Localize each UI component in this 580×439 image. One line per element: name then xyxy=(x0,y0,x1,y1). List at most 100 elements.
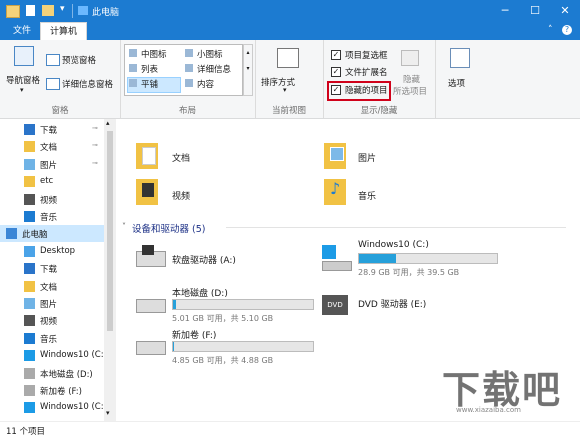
quick-access-dropdown-icon[interactable]: ▾ xyxy=(60,4,65,14)
sidebar-item[interactable]: Windows10 (C: xyxy=(0,399,104,416)
nav-pane-button[interactable]: 导航窗格 ▾ xyxy=(4,44,42,98)
sidebar-item[interactable]: 下载 xyxy=(0,260,104,277)
item-checkbox-toggle[interactable]: ✓ xyxy=(331,50,341,60)
sidebar-item[interactable]: 图片 ⊸ xyxy=(0,156,104,173)
scroll-down-icon[interactable]: ▾ xyxy=(106,409,110,417)
drive-usage-bar xyxy=(172,299,314,310)
hide-selected-icon xyxy=(401,50,419,66)
hidden-items-checkbox[interactable]: ✓ xyxy=(331,85,341,95)
windows-logo-icon xyxy=(322,245,336,259)
sidebar-item-label: Windows10 (C: xyxy=(40,350,104,361)
layout-medium-icons[interactable]: 中图标 xyxy=(141,48,167,60)
file-extension-checkbox[interactable]: ✓ xyxy=(331,67,341,77)
sidebar-item[interactable]: 音乐 xyxy=(0,208,104,225)
sidebar-item[interactable]: 图片 xyxy=(0,295,104,312)
sidebar-item-label: 视频 xyxy=(40,317,58,328)
quick-access-new-folder-icon[interactable] xyxy=(42,5,54,16)
chevron-down-icon: ▾ xyxy=(20,86,24,94)
folder-icon xyxy=(24,176,35,188)
folder-pictures[interactable]: 图片 xyxy=(324,143,484,173)
document-icon xyxy=(24,141,35,153)
tab-file[interactable]: 文件 xyxy=(4,22,40,40)
sidebar-item-label: 此电脑 xyxy=(22,230,48,241)
sidebar-item-label: 本地磁盘 (D:) xyxy=(40,369,93,380)
hide-selected-label-2[interactable]: 所选项目 xyxy=(393,85,427,97)
sort-by-button[interactable]: 排序方式 xyxy=(261,76,295,88)
sidebar-item[interactable]: 文档 xyxy=(0,278,104,295)
sidebar-item[interactable]: Windows10 (C: xyxy=(0,347,104,364)
details-pane-button[interactable]: 详细信息窗格 xyxy=(62,78,113,90)
status-bar: 11 个项目 xyxy=(0,421,580,439)
windows-drive-icon xyxy=(24,350,35,362)
layout-list[interactable]: 列表 xyxy=(141,63,158,75)
close-button[interactable]: ✕ xyxy=(550,0,580,22)
sidebar-item[interactable]: 视频 xyxy=(0,191,104,208)
drive-floppy[interactable]: 软盘驱动器 (A:) xyxy=(136,245,316,275)
title-folder-icon xyxy=(78,6,88,15)
sidebar-item[interactable]: 本地磁盘 (D:) xyxy=(0,365,104,382)
current-view-group-label: 当前视图 xyxy=(271,106,306,116)
drive-c[interactable]: Windows10 (C:) 28.9 GB 可用，共 39.5 GB xyxy=(322,239,522,281)
ribbon-collapse-icon[interactable]: ˄ xyxy=(548,25,553,35)
drive-dvd[interactable]: DVD DVD 驱动器 (E:) xyxy=(322,291,502,321)
minimize-button[interactable]: ─ xyxy=(490,0,520,22)
ribbon-group-panes: 导航窗格 ▾ 预览窗格 详细信息窗格 窗格 xyxy=(0,40,121,118)
hide-selected-label-1[interactable]: 隐藏 xyxy=(403,73,420,85)
folder-videos[interactable]: 视频 xyxy=(136,179,296,209)
quick-access-properties-icon[interactable] xyxy=(26,5,35,16)
layout-scroll-arrows[interactable]: ▴ ▾ xyxy=(243,44,253,96)
sidebar-item[interactable]: Desktop xyxy=(0,243,104,260)
chevron-down-icon[interactable]: ˅ xyxy=(122,222,126,231)
devices-header-rule xyxy=(226,227,566,228)
scroll-up-icon[interactable]: ▴ xyxy=(106,119,110,127)
sidebar-item[interactable]: 视频 xyxy=(0,312,104,329)
nav-scrollbar[interactable]: ▴ ▾ xyxy=(104,119,116,421)
options-button[interactable]: 选项 xyxy=(440,44,480,100)
drive-f[interactable]: 新加卷 (F:) 4.85 GB 可用，共 4.88 GB xyxy=(136,327,336,369)
options-icon xyxy=(450,48,470,68)
sort-icon xyxy=(277,48,299,68)
download-icon xyxy=(24,124,35,135)
app-icon[interactable] xyxy=(6,5,20,18)
ribbon: 导航窗格 ▾ 预览窗格 详细信息窗格 窗格 中图标 小图标 列表 详细信息 平铺… xyxy=(0,40,580,119)
sidebar-item-label: 图片 xyxy=(40,300,58,310)
pin-icon[interactable]: ⊸ xyxy=(92,124,98,132)
picture-thumb-icon xyxy=(330,147,344,161)
devices-header[interactable]: 设备和驱动器 (5) xyxy=(132,221,205,235)
maximize-button[interactable]: ☐ xyxy=(520,0,550,22)
sidebar-item[interactable]: 此电脑 xyxy=(0,225,104,243)
sidebar-item-label: 音乐 xyxy=(40,213,58,223)
help-icon[interactable]: ? xyxy=(562,25,572,35)
sidebar-item[interactable]: 下载 ⊸ xyxy=(0,121,104,138)
scroll-thumb[interactable] xyxy=(107,131,113,331)
sidebar-item-label: 文档 xyxy=(40,282,58,293)
sidebar-item[interactable]: 文档 ⊸ xyxy=(0,138,104,155)
ribbon-group-layout: 中图标 小图标 列表 详细信息 平铺 内容 ▴ ▾ 布局 xyxy=(120,40,256,118)
document-icon xyxy=(24,280,35,292)
layout-small-icons[interactable]: 小图标 xyxy=(197,48,223,60)
sidebar-item[interactable]: 音乐 xyxy=(0,330,104,347)
sidebar-item-label: 音乐 xyxy=(40,334,58,345)
details-pane-icon xyxy=(46,78,60,90)
window-title: 此电脑 xyxy=(92,8,120,18)
drive-usage-bar xyxy=(358,253,498,264)
pin-icon[interactable]: ⊸ xyxy=(92,141,98,149)
drive-d[interactable]: 本地磁盘 (D:) 5.01 GB 可用，共 5.10 GB xyxy=(136,285,336,327)
layout-tiles[interactable]: 平铺 xyxy=(141,78,158,90)
floppy-disk-icon xyxy=(142,245,154,255)
desktop-icon xyxy=(24,245,35,257)
sidebar-item-label: Desktop xyxy=(40,245,76,256)
drive-icon xyxy=(24,385,35,396)
folder-music[interactable]: ♪ 音乐 xyxy=(324,179,484,209)
pin-icon[interactable]: ⊸ xyxy=(92,159,98,167)
sidebar-item[interactable]: 新加卷 (F:) xyxy=(0,382,104,399)
sidebar-item[interactable]: etc xyxy=(0,173,104,190)
preview-pane-button[interactable]: 预览窗格 xyxy=(62,54,96,66)
layout-details[interactable]: 详细信息 xyxy=(197,63,231,75)
tab-computer[interactable]: 计算机 xyxy=(40,22,88,41)
layout-content[interactable]: 内容 xyxy=(197,78,214,90)
sidebar-item-label: 新加卷 (F:) xyxy=(40,387,82,397)
drive-name: DVD 驱动器 (E:) xyxy=(358,300,427,310)
chevron-down-icon: ▾ xyxy=(283,86,287,94)
folder-documents[interactable]: 文档 xyxy=(136,143,296,173)
